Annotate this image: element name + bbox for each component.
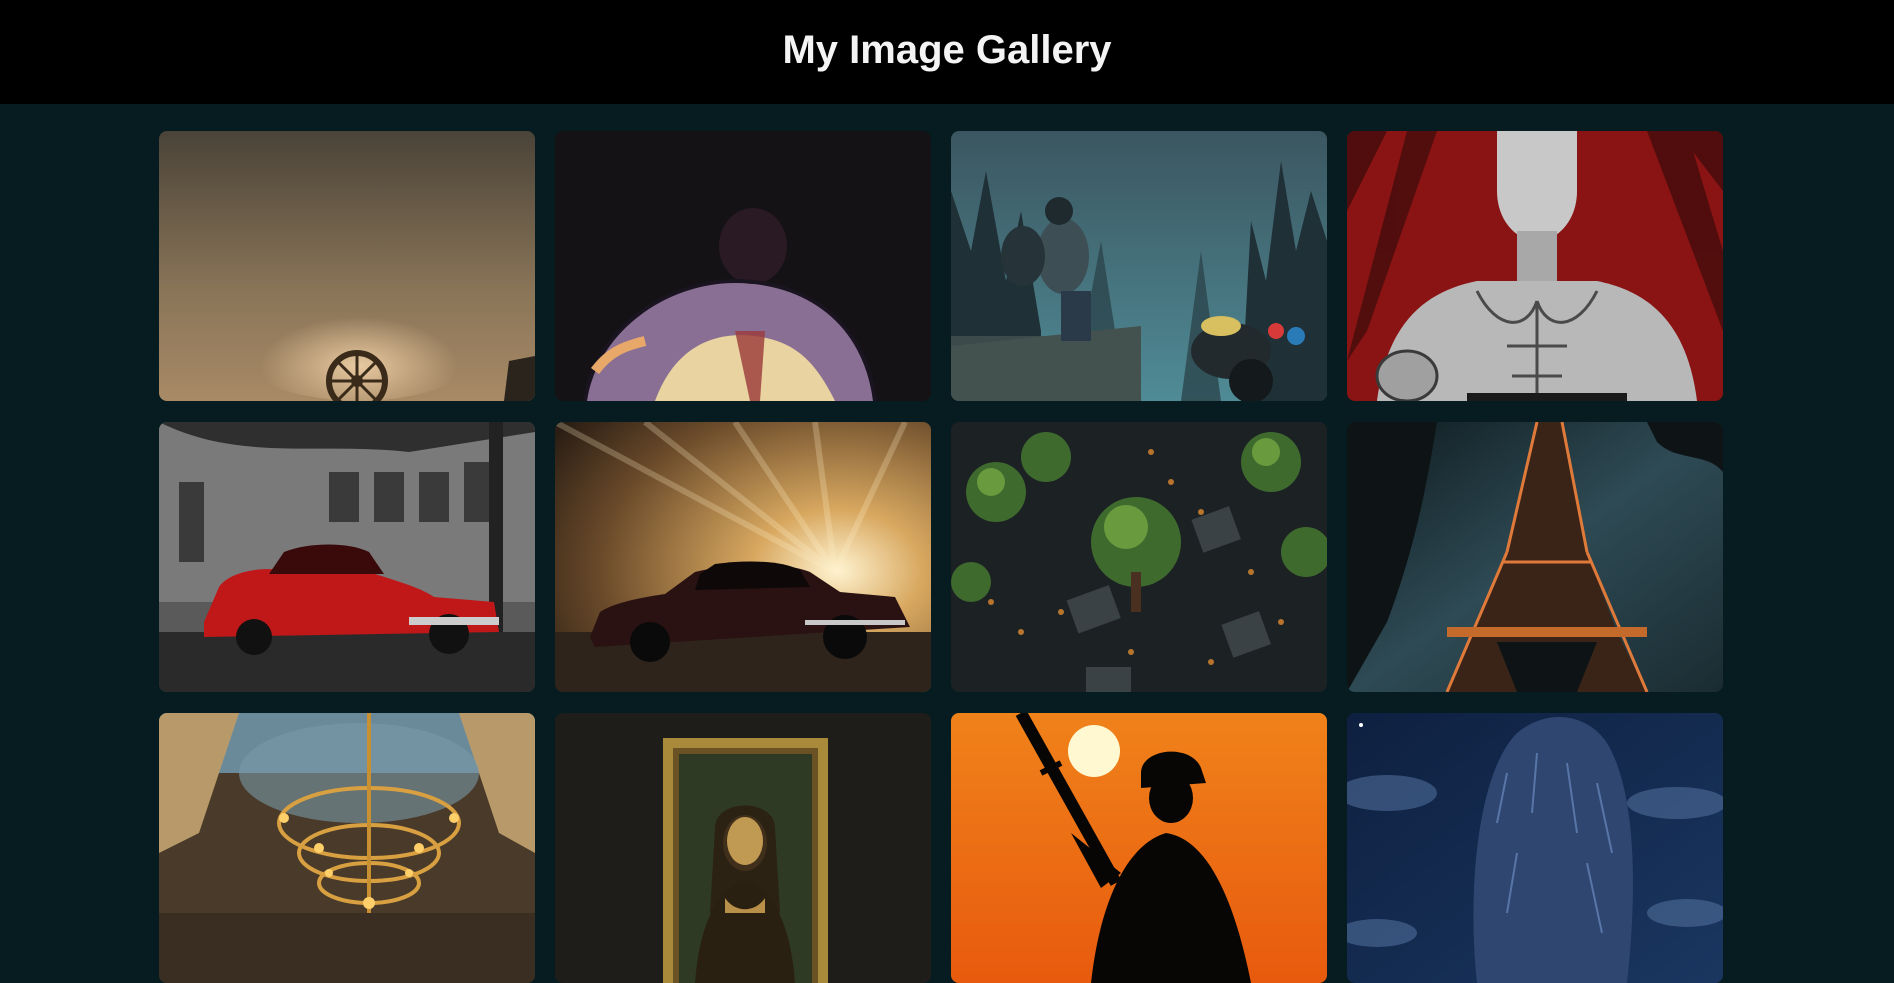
gallery-image-6[interactable] xyxy=(555,422,931,692)
gallery-image-10[interactable] xyxy=(555,713,931,983)
gallery-image-5[interactable] xyxy=(159,422,535,692)
mona-lisa-image xyxy=(555,713,931,983)
comic-man-back-image xyxy=(555,131,931,401)
red-car-image xyxy=(159,422,535,692)
circuit-trees-image xyxy=(951,422,1327,692)
page-header: My Image Gallery xyxy=(0,0,1894,104)
gallery-image-1[interactable] xyxy=(159,131,535,401)
eiffel-tower-image xyxy=(1347,422,1723,692)
chandelier-image xyxy=(159,713,535,983)
gallery-image-7[interactable] xyxy=(951,422,1327,692)
image-gallery-grid xyxy=(159,131,1726,983)
gallery-image-3[interactable] xyxy=(951,131,1327,401)
fighter-comic-image xyxy=(1347,131,1723,401)
furry-creature-image xyxy=(1347,713,1723,983)
gallery-image-12[interactable] xyxy=(1347,713,1723,983)
sunset-car-image xyxy=(555,422,931,692)
gallery-image-4[interactable] xyxy=(1347,131,1723,401)
wagon-wheel-image xyxy=(159,131,535,401)
gallery-image-9[interactable] xyxy=(159,713,535,983)
gallery-image-11[interactable] xyxy=(951,713,1327,983)
hiker-motorcycle-image xyxy=(951,131,1327,401)
soldier-silhouette-image xyxy=(951,713,1327,983)
gallery-image-8[interactable] xyxy=(1347,422,1723,692)
gallery-image-2[interactable] xyxy=(555,131,931,401)
page-title: My Image Gallery xyxy=(782,27,1112,72)
